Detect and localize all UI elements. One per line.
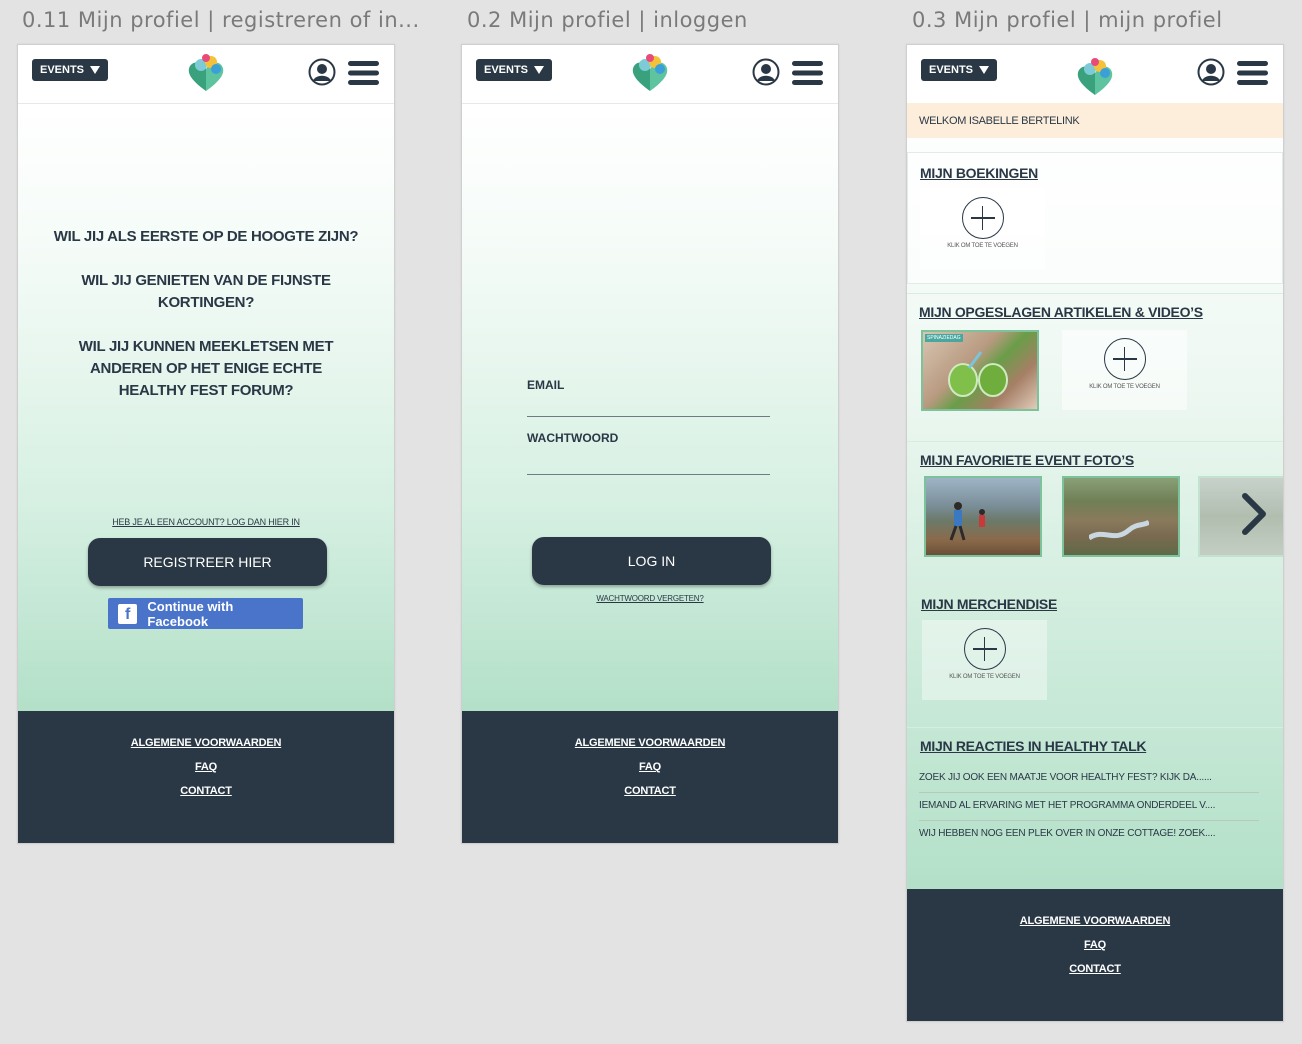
welcome-banner: WELKOM ISABELLE BERTELINK — [907, 103, 1283, 138]
event-photos-section: MIJN FAVORIETE EVENT FOTO’S — [907, 441, 1283, 574]
register-button[interactable]: REGISTREER HIER — [88, 538, 327, 586]
healthy-fest-logo-icon[interactable] — [184, 53, 228, 93]
site-footer: ALGEMENE VOORWAARDEN FAQ CONTACT — [462, 711, 838, 843]
saved-article-thumbnail[interactable]: SPINAZIEDAG — [921, 330, 1039, 411]
add-article-card[interactable]: KLIK OM TOE TE VOEGEN — [1062, 330, 1187, 410]
artboard-title-profile: 0.3 Mijn profiel | mijn profiel — [912, 8, 1223, 32]
saved-articles-section: MIJN OPGESLAGEN ARTIKELEN & VIDEO’S SPIN… — [907, 293, 1283, 430]
event-photo-1[interactable] — [924, 476, 1042, 557]
plus-icon — [963, 628, 1006, 670]
facebook-icon: f — [118, 603, 138, 624]
healthy-fest-logo-icon[interactable] — [1073, 57, 1117, 97]
login-frame: EVENTS EMAIL WACHTWOORD LOG IN WACHTWOOR… — [461, 44, 839, 844]
user-account-icon[interactable] — [752, 58, 780, 86]
question-discounts: WIL JIJ GENIETEN VAN DE FIJNSTE KORTINGE… — [81, 272, 331, 311]
question-first: WIL JIJ ALS EERSTE OP DE HOOGTE ZIJN? — [53, 228, 359, 245]
terms-link[interactable]: ALGEMENE VOORWAARDEN — [462, 737, 838, 749]
reaction-item[interactable]: IEMAND AL ERVARING MET HET PROGRAMMA OND… — [919, 800, 1259, 821]
site-footer: ALGEMENE VOORWAARDEN FAQ CONTACT — [907, 889, 1283, 1021]
user-account-icon[interactable] — [308, 58, 336, 86]
artboard-title-login: 0.2 Mijn profiel | inloggen — [467, 8, 748, 32]
site-header: EVENTS — [18, 45, 394, 104]
email-label: EMAIL — [527, 378, 565, 392]
add-caption: KLIK OM TOE TE VOEGEN — [1089, 384, 1160, 390]
reaction-item[interactable]: ZOEK JIJ OOK EEN MAATJE VOOR HEALTHY FES… — [919, 772, 1259, 793]
site-header: EVENTS — [462, 45, 838, 104]
register-frame: EVENTS WIL JIJ ALS EERSTE OP DE HOOGTE Z… — [17, 44, 395, 844]
hamburger-menu-icon[interactable] — [348, 61, 379, 85]
artboard-title-register: 0.11 Mijn profiel | registreren of in... — [22, 8, 420, 32]
plus-icon — [1103, 338, 1146, 380]
merchandise-section: MIJN MERCHENDISE KLIK OM TOE TE VOEGEN — [907, 585, 1283, 722]
plus-icon — [961, 197, 1004, 239]
healthy-fest-logo-icon[interactable] — [628, 53, 672, 93]
merchandise-title[interactable]: MIJN MERCHENDISE — [921, 596, 1057, 612]
login-here-link[interactable]: HEB JE AL EEN ACCOUNT? LOG DAN HIER IN — [18, 517, 394, 527]
terms-link[interactable]: ALGEMENE VOORWAARDEN — [18, 737, 394, 749]
events-label: EVENTS — [40, 64, 85, 76]
hamburger-menu-icon[interactable] — [1237, 61, 1268, 85]
bookings-title[interactable]: MIJN BOEKINGEN — [920, 165, 1038, 181]
events-label: EVENTS — [929, 64, 974, 76]
event-photos-title[interactable]: MIJN FAVORIETE EVENT FOTO’S — [920, 452, 1134, 468]
add-booking-card[interactable]: KLIK OM TOE TE VOEGEN — [920, 189, 1045, 269]
reactions-section: MIJN REACTIES IN HEALTHY TALK ZOEK JIJ O… — [907, 727, 1283, 878]
terms-link[interactable]: ALGEMENE VOORWAARDEN — [907, 915, 1283, 927]
site-header: EVENTS — [907, 45, 1283, 104]
hamburger-menu-icon[interactable] — [792, 61, 823, 85]
reactions-title[interactable]: MIJN REACTIES IN HEALTHY TALK — [920, 738, 1147, 754]
password-label: WACHTWOORD — [527, 431, 619, 445]
chevron-down-icon — [534, 66, 545, 74]
chevron-down-icon — [979, 66, 990, 74]
login-hero: EMAIL WACHTWOORD LOG IN WACHTWOORD VERGE… — [462, 104, 838, 711]
saved-articles-title[interactable]: MIJN OPGESLAGEN ARTIKELEN & VIDEO’S — [919, 304, 1203, 320]
faq-link[interactable]: FAQ — [462, 761, 838, 773]
question-forum: WIL JIJ KUNNEN MEEKLETSEN MET ANDEREN OP… — [78, 338, 334, 399]
faq-link[interactable]: FAQ — [907, 939, 1283, 951]
bookings-section: MIJN BOEKINGEN KLIK OM TOE TE VOEGEN — [907, 152, 1283, 284]
reaction-item[interactable]: WIJ HEBBEN NOG EEN PLEK OVER IN ONZE COT… — [919, 828, 1259, 848]
profile-frame: EVENTS WELKOM ISABELLE BERTELINK MIJN BO… — [906, 44, 1284, 1022]
welcome-text: WELKOM ISABELLE BERTELINK — [919, 115, 1080, 127]
event-photo-2[interactable] — [1062, 476, 1180, 557]
stream-icon — [1089, 519, 1149, 541]
user-account-icon[interactable] — [1197, 58, 1225, 86]
events-label: EVENTS — [484, 64, 529, 76]
add-caption: KLIK OM TOE TE VOEGEN — [947, 243, 1018, 249]
facebook-login-button[interactable]: f Continue with Facebook — [108, 598, 303, 629]
site-footer: ALGEMENE VOORWAARDEN FAQ CONTACT — [18, 711, 394, 843]
chevron-down-icon — [90, 66, 101, 74]
email-field[interactable] — [527, 416, 770, 417]
facebook-button-label: Continue with Facebook — [147, 598, 234, 629]
add-caption: KLIK OM TOE TE VOEGEN — [949, 674, 1020, 680]
forgot-password-link[interactable]: WACHTWOORD VERGETEN? — [462, 594, 838, 603]
password-field[interactable] — [527, 474, 770, 475]
events-dropdown-button[interactable]: EVENTS — [32, 59, 109, 81]
smoothie-glasses-icon — [948, 351, 1008, 397]
add-merchandise-card[interactable]: KLIK OM TOE TE VOEGEN — [922, 620, 1047, 700]
events-dropdown-button[interactable]: EVENTS — [921, 59, 998, 81]
article-tag: SPINAZIEDAG — [925, 334, 963, 342]
contact-link[interactable]: CONTACT — [462, 785, 838, 797]
register-hero: WIL JIJ ALS EERSTE OP DE HOOGTE ZIJN? WI… — [18, 104, 394, 711]
login-button[interactable]: LOG IN — [532, 537, 771, 585]
events-dropdown-button[interactable]: EVENTS — [476, 59, 553, 81]
hikers-icon — [949, 502, 985, 541]
contact-link[interactable]: CONTACT — [18, 785, 394, 797]
contact-link[interactable]: CONTACT — [907, 963, 1283, 975]
faq-link[interactable]: FAQ — [18, 761, 394, 773]
chevron-right-icon[interactable] — [1241, 492, 1267, 536]
